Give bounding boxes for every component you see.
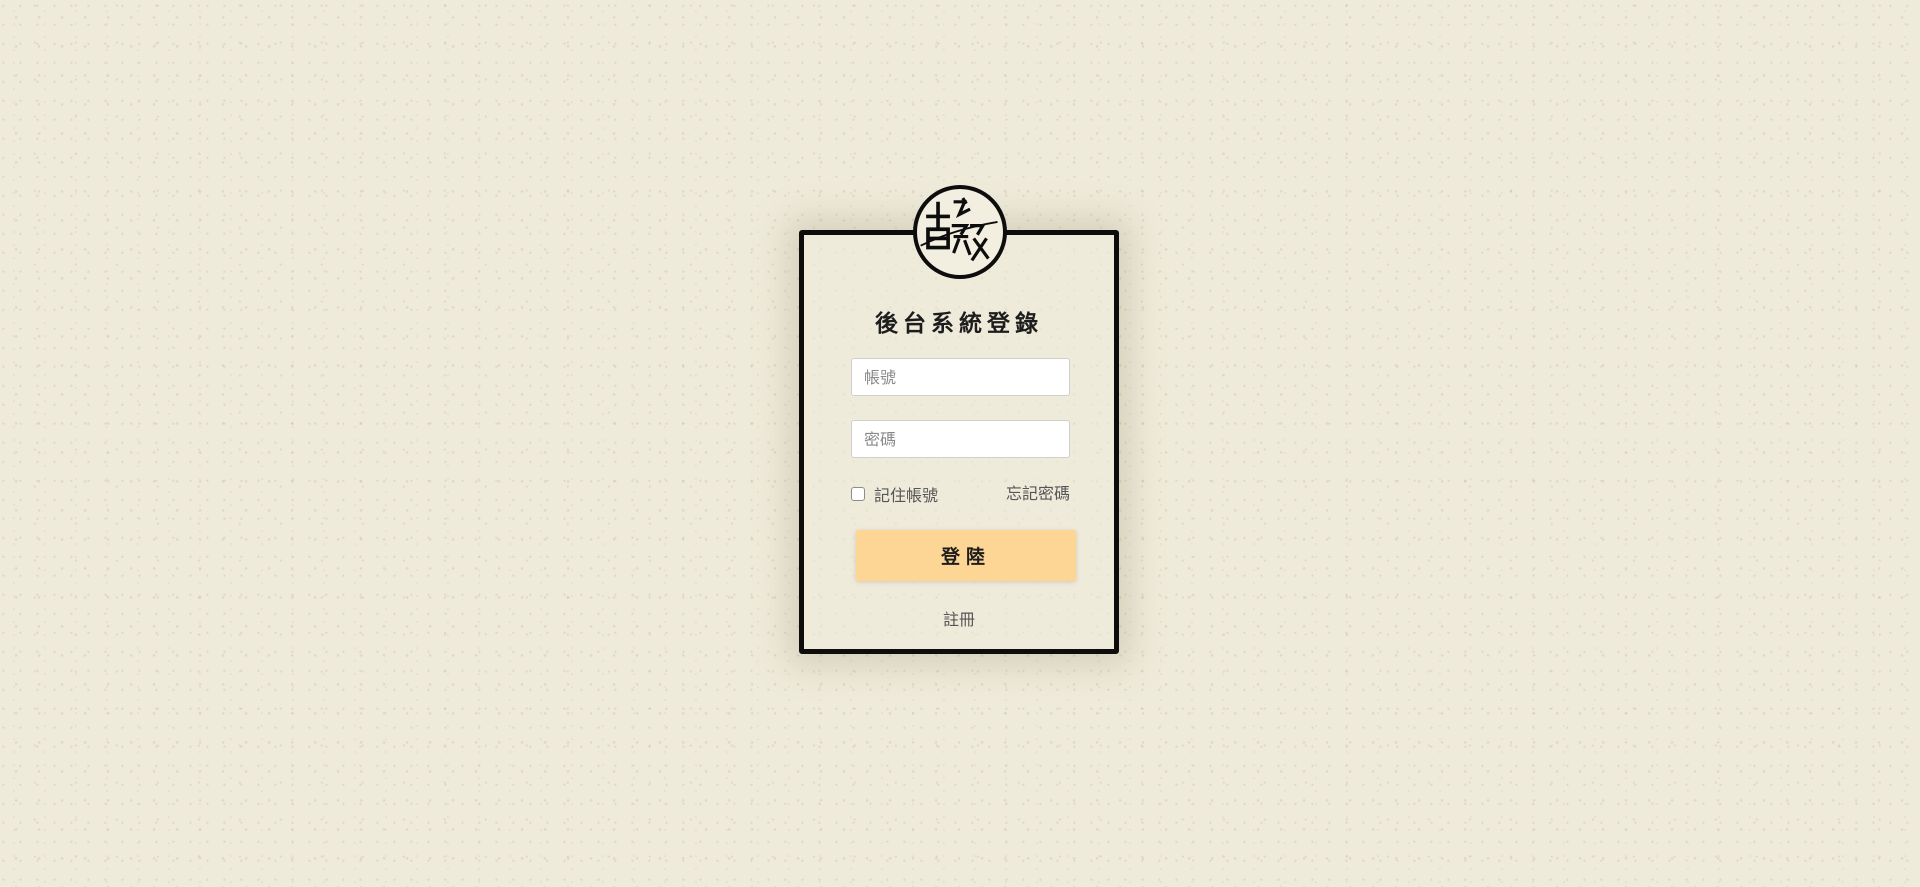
- remember-account-checkbox[interactable]: [851, 487, 865, 501]
- page-title: 後台系統登錄: [875, 311, 1043, 337]
- login-button[interactable]: 登陸: [856, 530, 1076, 581]
- remember-account-toggle[interactable]: 記住帳號: [851, 483, 938, 505]
- logo-seal-graphic: [920, 197, 998, 262]
- account-input[interactable]: [851, 358, 1070, 396]
- brand-logo-icon: [913, 185, 1007, 279]
- forgot-password-link[interactable]: 忘記密碼: [990, 483, 1070, 505]
- remember-account-label: 記住帳號: [874, 486, 939, 505]
- password-input[interactable]: [851, 420, 1070, 458]
- register-link[interactable]: 註冊: [799, 606, 1119, 630]
